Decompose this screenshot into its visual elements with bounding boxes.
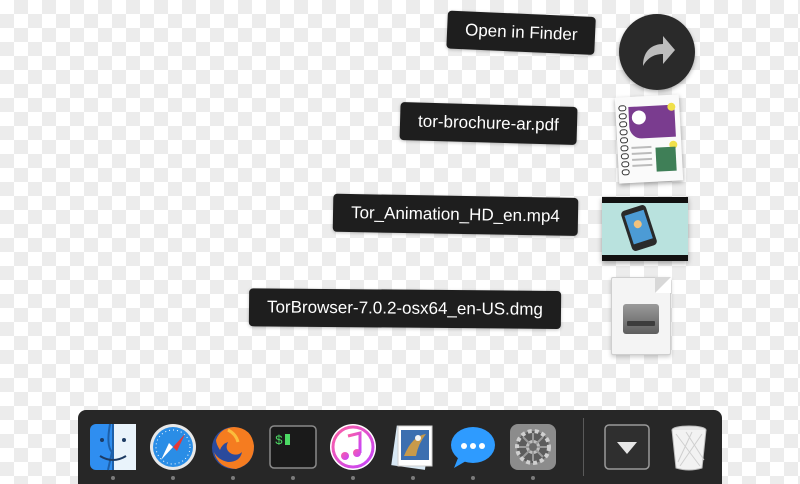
file-label-mp4[interactable]: Tor_Animation_HD_en.mp4 — [332, 193, 579, 236]
trash-icon[interactable] — [664, 422, 714, 472]
system-preferences-icon[interactable] — [508, 422, 558, 472]
itunes-icon[interactable] — [328, 422, 378, 472]
firefox-icon[interactable] — [208, 422, 258, 472]
video-file-icon[interactable] — [602, 197, 688, 261]
safari-icon[interactable] — [148, 422, 198, 472]
finder-icon[interactable] — [88, 422, 138, 472]
open-in-finder-label[interactable]: Open in Finder — [446, 10, 597, 55]
preview-icon[interactable] — [388, 422, 438, 472]
dock-separator — [583, 418, 584, 476]
file-label-pdf[interactable]: tor-brochure-ar.pdf — [399, 102, 578, 145]
terminal-icon[interactable]: $ — [268, 422, 318, 472]
pdf-document-icon[interactable] — [614, 94, 684, 184]
disk-image-icon[interactable] — [611, 277, 671, 355]
arrow-icon — [643, 36, 675, 66]
svg-text:$: $ — [275, 433, 283, 448]
downloads-stack-icon[interactable] — [602, 422, 652, 472]
dock: $ — [78, 410, 722, 484]
file-label-dmg[interactable]: TorBrowser-7.0.2-osx64_en-US.dmg — [248, 288, 562, 329]
messages-icon[interactable] — [448, 422, 498, 472]
open-in-finder-button[interactable] — [619, 14, 695, 90]
